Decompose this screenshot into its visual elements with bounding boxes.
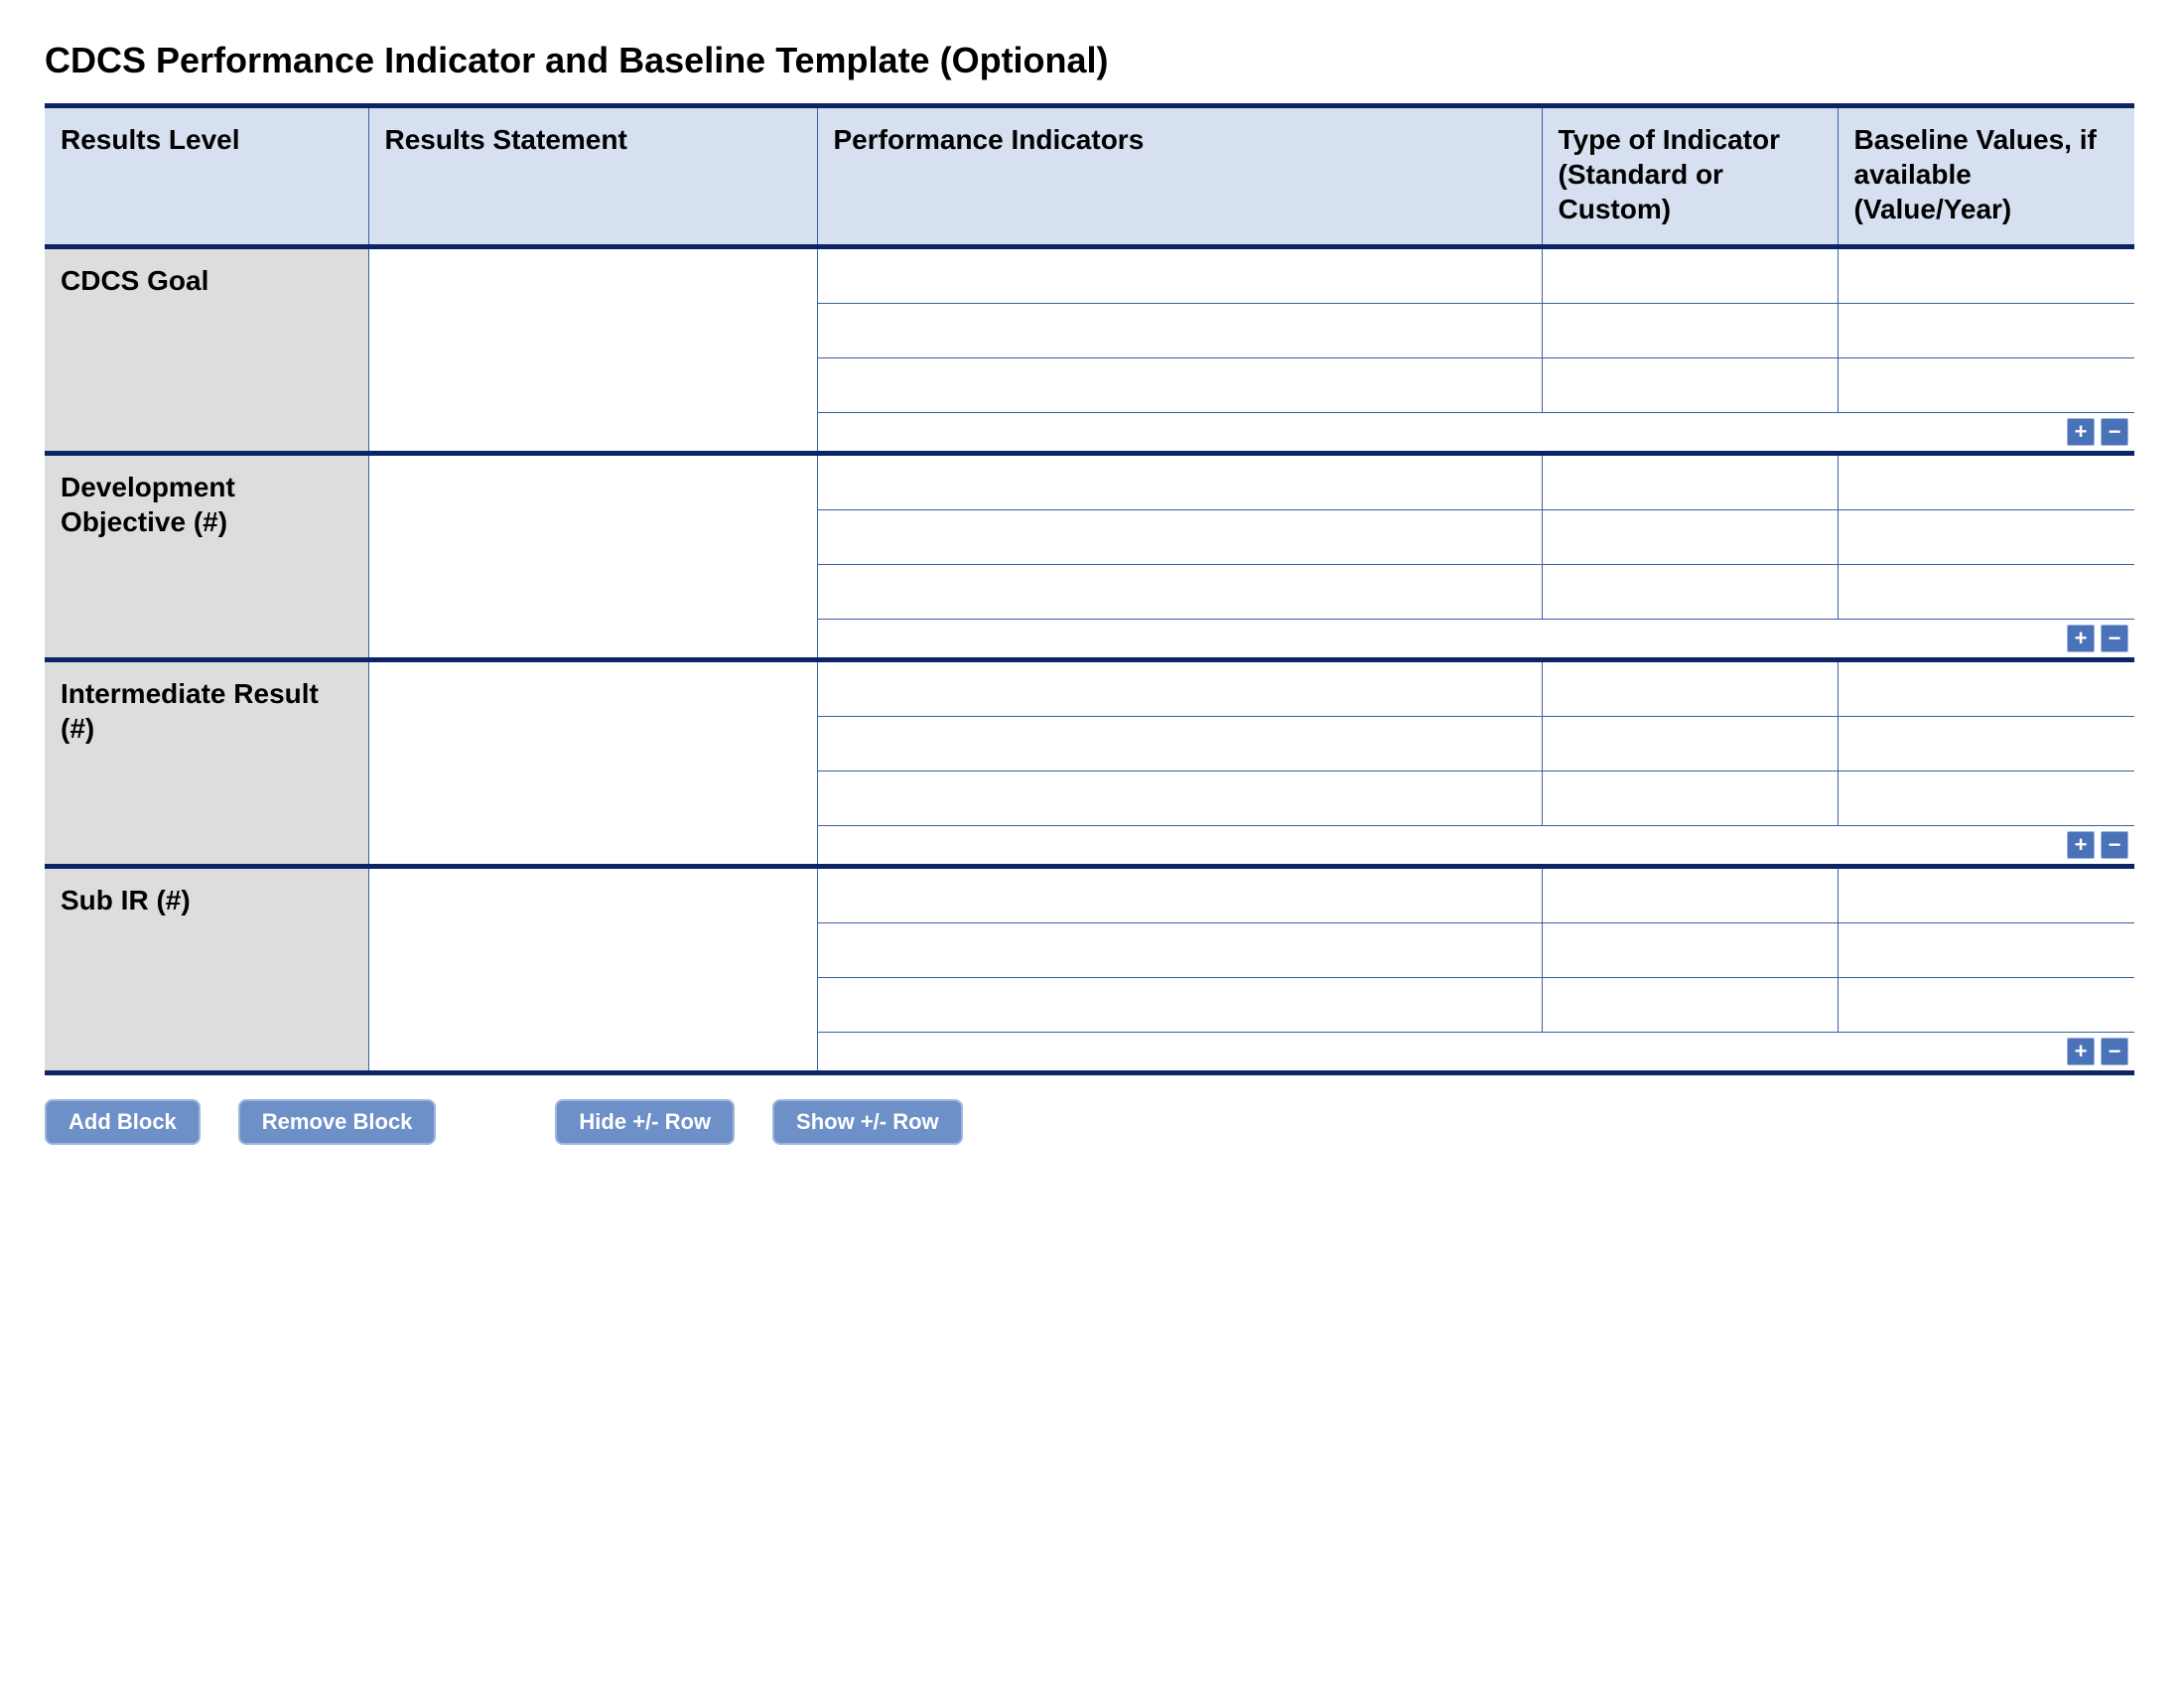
results-statement-cell[interactable] xyxy=(368,662,817,864)
indicator-cell[interactable] xyxy=(817,456,1542,510)
indicator-cell[interactable] xyxy=(817,510,1542,565)
remove-row-button[interactable]: − xyxy=(2101,831,2128,859)
add-block-button[interactable]: Add Block xyxy=(45,1099,201,1145)
table-row: CDCS Goal xyxy=(45,247,2134,304)
plus-icon: + xyxy=(2075,421,2088,443)
baseline-cell[interactable] xyxy=(1838,717,2134,772)
results-statement-cell[interactable] xyxy=(368,456,817,657)
type-cell[interactable] xyxy=(1542,869,1838,923)
level-label: Intermediate Result (#) xyxy=(45,662,368,864)
col-baseline-values: Baseline Values, if available (Value/Yea… xyxy=(1838,106,2134,247)
remove-row-button[interactable]: − xyxy=(2101,625,2128,652)
remove-row-button[interactable]: − xyxy=(2101,1038,2128,1065)
plus-icon: + xyxy=(2075,1041,2088,1062)
table-row: Sub IR (#) xyxy=(45,869,2134,923)
col-type-of-indicator: Type of Indicator (Standard or Custom) xyxy=(1542,106,1838,247)
page-title: CDCS Performance Indicator and Baseline … xyxy=(45,40,2139,81)
indicator-cell[interactable] xyxy=(817,358,1542,413)
level-label: Development Objective (#) xyxy=(45,456,368,657)
minus-icon: − xyxy=(2109,1041,2121,1062)
baseline-cell[interactable] xyxy=(1838,772,2134,826)
type-cell[interactable] xyxy=(1542,358,1838,413)
minus-icon: − xyxy=(2109,834,2121,856)
plus-icon: + xyxy=(2075,834,2088,856)
plus-icon: + xyxy=(2075,628,2088,649)
remove-row-button[interactable]: − xyxy=(2101,418,2128,446)
baseline-cell[interactable] xyxy=(1838,358,2134,413)
baseline-cell[interactable] xyxy=(1838,662,2134,717)
add-row-button[interactable]: + xyxy=(2067,418,2095,446)
level-label: CDCS Goal xyxy=(45,247,368,452)
section-separator xyxy=(45,1070,2134,1075)
indicator-cell[interactable] xyxy=(817,662,1542,717)
indicator-cell[interactable] xyxy=(817,772,1542,826)
indicator-cell[interactable] xyxy=(817,869,1542,923)
type-cell[interactable] xyxy=(1542,565,1838,620)
table-row: Development Objective (#) xyxy=(45,456,2134,510)
show-row-button[interactable]: Show +/- Row xyxy=(772,1099,963,1145)
col-results-level: Results Level xyxy=(45,106,368,247)
indicator-cell[interactable] xyxy=(817,717,1542,772)
type-cell[interactable] xyxy=(1542,717,1838,772)
add-row-button[interactable]: + xyxy=(2067,1038,2095,1065)
add-row-button[interactable]: + xyxy=(2067,625,2095,652)
baseline-cell[interactable] xyxy=(1838,978,2134,1033)
indicator-cell[interactable] xyxy=(817,923,1542,978)
table-header-row: Results Level Results Statement Performa… xyxy=(45,106,2134,247)
action-bar: Add Block Remove Block Hide +/- Row Show… xyxy=(45,1099,2139,1145)
indicator-cell[interactable] xyxy=(817,247,1542,304)
baseline-cell[interactable] xyxy=(1838,456,2134,510)
baseline-cell[interactable] xyxy=(1838,510,2134,565)
type-cell[interactable] xyxy=(1542,923,1838,978)
level-label: Sub IR (#) xyxy=(45,869,368,1070)
table-row: Intermediate Result (#) xyxy=(45,662,2134,717)
baseline-cell[interactable] xyxy=(1838,304,2134,358)
col-performance-indicators: Performance Indicators xyxy=(817,106,1542,247)
indicator-table: Results Level Results Statement Performa… xyxy=(45,103,2134,1075)
baseline-cell[interactable] xyxy=(1838,923,2134,978)
minus-icon: − xyxy=(2109,421,2121,443)
baseline-cell[interactable] xyxy=(1838,247,2134,304)
add-row-button[interactable]: + xyxy=(2067,831,2095,859)
type-cell[interactable] xyxy=(1542,772,1838,826)
results-statement-cell[interactable] xyxy=(368,247,817,452)
baseline-cell[interactable] xyxy=(1838,869,2134,923)
indicator-cell[interactable] xyxy=(817,304,1542,358)
type-cell[interactable] xyxy=(1542,510,1838,565)
minus-icon: − xyxy=(2109,628,2121,649)
baseline-cell[interactable] xyxy=(1838,565,2134,620)
indicator-cell[interactable] xyxy=(817,565,1542,620)
results-statement-cell[interactable] xyxy=(368,869,817,1070)
hide-row-button[interactable]: Hide +/- Row xyxy=(555,1099,735,1145)
remove-block-button[interactable]: Remove Block xyxy=(238,1099,437,1145)
type-cell[interactable] xyxy=(1542,304,1838,358)
type-cell[interactable] xyxy=(1542,978,1838,1033)
indicator-cell[interactable] xyxy=(817,978,1542,1033)
type-cell[interactable] xyxy=(1542,456,1838,510)
col-results-statement: Results Statement xyxy=(368,106,817,247)
type-cell[interactable] xyxy=(1542,247,1838,304)
type-cell[interactable] xyxy=(1542,662,1838,717)
